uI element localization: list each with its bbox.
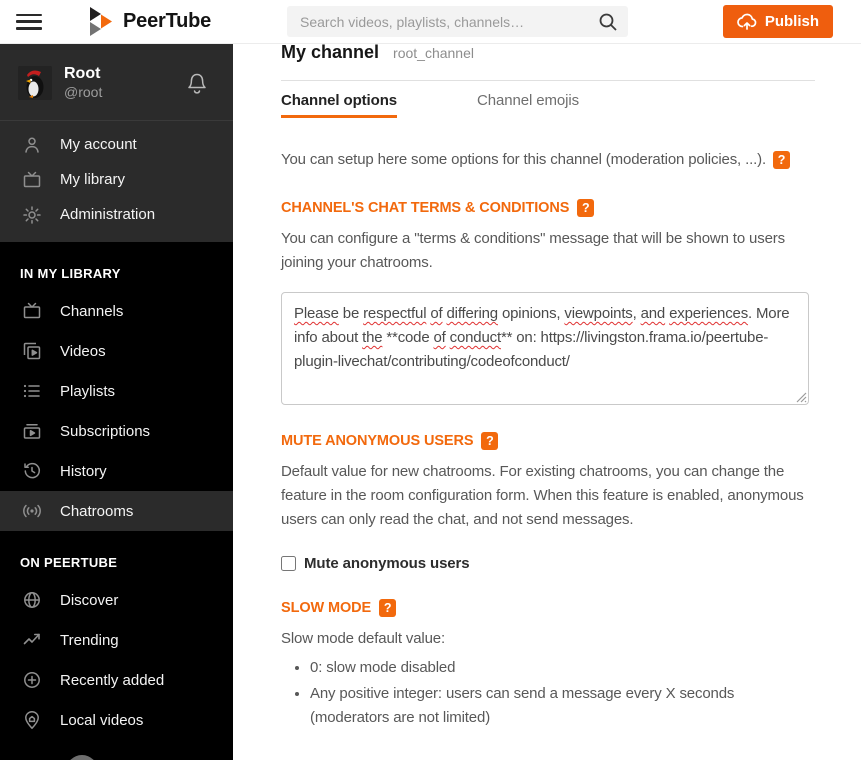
broadcast-icon xyxy=(20,501,44,521)
section-label-on-peertube: ON PEERTUBE xyxy=(20,555,118,570)
help-icon[interactable]: ? xyxy=(379,599,397,617)
sidebar-item-label: Playlists xyxy=(60,382,116,400)
slow-mode-description: Slow mode default value: xyxy=(281,630,446,647)
section-label-in-my-library: IN MY LIBRARY xyxy=(20,266,121,281)
slow-mode-bullets: 0: slow mode disabled Any positive integ… xyxy=(281,656,781,730)
resize-grip-icon[interactable] xyxy=(796,392,807,403)
sidebar-item-label: Administration xyxy=(60,206,156,223)
upload-icon xyxy=(736,13,757,31)
tab-channel-options[interactable]: Channel options xyxy=(281,92,397,118)
sidebar-item-local-videos[interactable]: Local videos xyxy=(0,700,233,740)
avatar[interactable] xyxy=(18,65,52,100)
mute-anonymous-label[interactable]: Mute anonymous users xyxy=(304,555,470,572)
globe-icon xyxy=(20,590,44,610)
sidebar-item-chatrooms[interactable]: Chatrooms xyxy=(0,491,233,531)
plus-circle-icon xyxy=(20,670,44,690)
sidebar-item-my-library[interactable]: My library xyxy=(0,162,233,197)
sidebar-item-videos[interactable]: Videos xyxy=(0,331,233,371)
search-area xyxy=(287,6,628,37)
publish-label: Publish xyxy=(764,13,819,30)
sidebar-item-label: Recently added xyxy=(60,671,165,689)
sidebar-item-channels[interactable]: Channels xyxy=(0,291,233,331)
publish-button[interactable]: Publish xyxy=(722,5,833,38)
bullet-item: Any positive integer: users can send a m… xyxy=(310,682,781,730)
bullet-item: 0: slow mode disabled xyxy=(310,656,781,680)
help-icon[interactable]: ? xyxy=(481,432,499,450)
terms-textarea[interactable]: Please be respectful of differing opinio… xyxy=(281,292,809,405)
user-name: Root xyxy=(64,65,101,82)
sidebar-item-label: History xyxy=(60,462,107,480)
terms-heading: CHANNEL'S CHAT TERMS & CONDITIONS ? xyxy=(281,199,815,217)
sidebar-item-recently-added[interactable]: Recently added xyxy=(0,660,233,700)
sidebar-item-discover[interactable]: Discover xyxy=(0,580,233,620)
tv-icon xyxy=(20,301,44,321)
history-icon xyxy=(20,461,44,481)
video-icon xyxy=(20,341,44,361)
playlist-icon xyxy=(20,381,44,401)
menu-icon[interactable] xyxy=(16,12,42,32)
help-icon[interactable]: ? xyxy=(773,151,790,169)
sidebar-item-label: Local videos xyxy=(60,711,144,729)
tv-icon xyxy=(20,170,44,190)
mute-anonymous-checkbox[interactable] xyxy=(281,556,296,571)
sidebar-item-label: Chatrooms xyxy=(60,502,134,520)
sidebar-item-history[interactable]: History xyxy=(0,451,233,491)
sidebar-item-label: Trending xyxy=(60,631,119,649)
subscriptions-icon xyxy=(20,421,44,441)
sidebar-item-my-account[interactable]: My account xyxy=(0,127,233,162)
peertube-nav: Discover Trending Recently added Local v… xyxy=(0,580,233,740)
user-handle: @root xyxy=(64,84,103,100)
peertube-logo[interactable]: PeerTube xyxy=(90,7,211,36)
slow-mode-heading: SLOW MODE ? xyxy=(281,599,815,617)
divider xyxy=(281,80,815,81)
play-logo-icon xyxy=(90,7,113,36)
sidebar-item-administration[interactable]: Administration xyxy=(0,197,233,232)
clipped-menu-icon xyxy=(66,755,98,760)
page-title: My channel xyxy=(281,42,380,62)
sidebar-item-subscriptions[interactable]: Subscriptions xyxy=(0,411,233,451)
terms-description: You can configure a "terms & conditions"… xyxy=(281,230,785,271)
mute-heading: MUTE ANONYMOUS USERS ? xyxy=(281,432,815,450)
sidebar-item-label: Channels xyxy=(60,302,124,320)
person-icon xyxy=(20,135,44,155)
help-icon[interactable]: ? xyxy=(577,199,595,217)
sidebar-item-label: Subscriptions xyxy=(60,422,151,440)
tab-channel-emojis[interactable]: Channel emojis xyxy=(477,92,579,118)
trending-icon xyxy=(20,630,44,650)
library-nav: Channels Videos Playlists Subscriptions … xyxy=(0,291,233,531)
sidebar-item-label: Videos xyxy=(60,342,106,360)
user-menu[interactable]: Root @root xyxy=(0,44,233,121)
sidebar-item-playlists[interactable]: Playlists xyxy=(0,371,233,411)
home-pin-icon xyxy=(20,710,44,730)
sidebar-item-label: Discover xyxy=(60,591,119,609)
sidebar-item-label: My account xyxy=(60,136,137,153)
intro-text: You can setup here some options for this… xyxy=(281,151,766,168)
gear-icon xyxy=(20,205,44,225)
search-icon[interactable] xyxy=(596,10,620,34)
tab-bar: Channel options Channel emojis xyxy=(281,92,815,118)
sidebar-item-label: My library xyxy=(60,171,126,188)
brand-title: PeerTube xyxy=(123,10,212,32)
notifications-bell-icon[interactable] xyxy=(185,70,209,96)
sidebar: Root @root My account My library Adminis… xyxy=(0,44,233,760)
mute-description: Default value for new chatrooms. For exi… xyxy=(281,463,804,528)
sidebar-item-trending[interactable]: Trending xyxy=(0,620,233,660)
account-links: My account My library Administration xyxy=(0,121,233,242)
top-bar: PeerTube Publish xyxy=(0,0,861,44)
main-content: My channel root_channel Channel options … xyxy=(233,0,861,730)
search-input[interactable] xyxy=(287,6,628,37)
channel-handle: root_channel xyxy=(393,45,474,61)
